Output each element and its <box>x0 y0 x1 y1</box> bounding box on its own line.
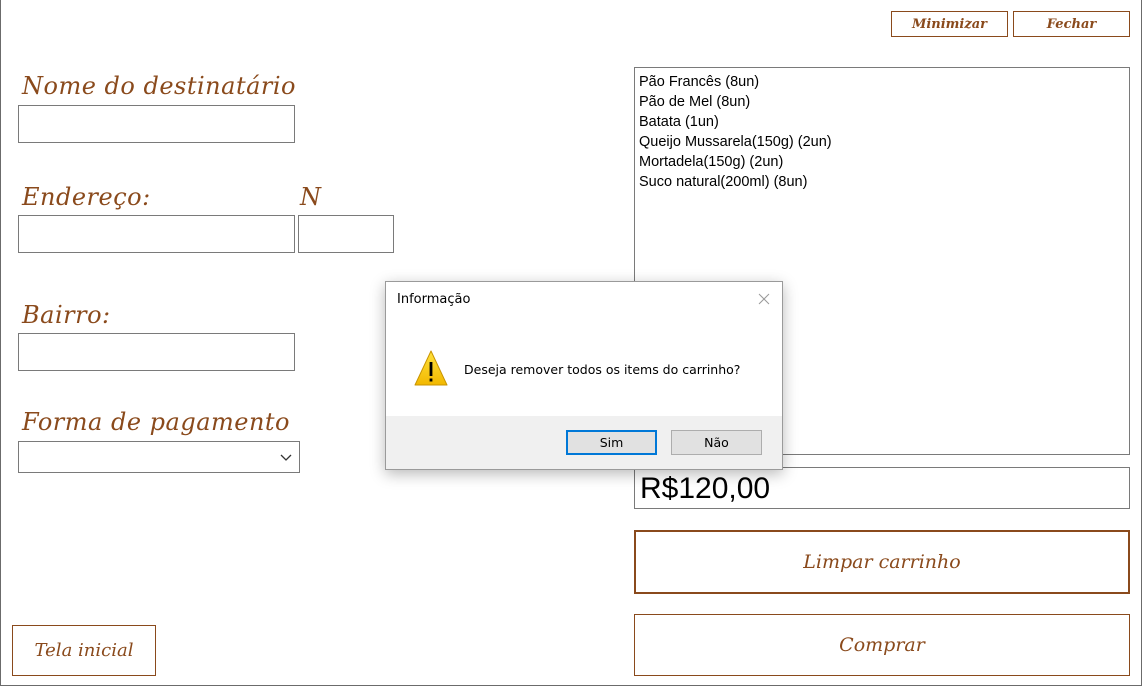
list-item[interactable]: Mortadela(150g) (2un) <box>639 152 1125 172</box>
list-item[interactable]: Batata (1un) <box>639 112 1125 132</box>
dialog-message: Deseja remover todos os items do carrinh… <box>464 362 741 377</box>
address-input[interactable] <box>18 215 295 253</box>
neighborhood-input[interactable] <box>18 333 295 371</box>
close-icon[interactable] <box>756 291 772 307</box>
confirm-dialog: Informação Deseja remover todos os items… <box>385 281 783 470</box>
no-label: Não <box>704 435 729 450</box>
dialog-title: Informação <box>397 292 471 307</box>
yes-button[interactable]: Sim <box>566 430 657 455</box>
payment-label: Forma de pagamento <box>22 408 291 436</box>
minimize-label: Minimizar <box>911 16 988 32</box>
close-window-label: Fechar <box>1046 16 1097 32</box>
buy-label: Comprar <box>839 634 925 656</box>
payment-select[interactable] <box>18 441 300 473</box>
no-button[interactable]: Não <box>671 430 762 455</box>
home-button[interactable]: Tela inicial <box>12 625 156 676</box>
minimize-button[interactable]: Minimizar <box>891 11 1008 37</box>
neighborhood-label: Bairro: <box>22 301 111 329</box>
address-label: Endereço: <box>22 183 151 211</box>
chevron-down-icon <box>280 454 292 461</box>
cart-total: R$120,00 <box>634 467 1130 509</box>
list-item[interactable]: Pão Francês (8un) <box>639 72 1125 92</box>
dialog-footer: Sim Não <box>386 416 782 469</box>
list-item[interactable]: Pão de Mel (8un) <box>639 92 1125 112</box>
home-button-label: Tela inicial <box>34 640 134 661</box>
list-item[interactable]: Queijo Mussarela(150g) (2un) <box>639 132 1125 152</box>
number-label: N <box>300 183 322 211</box>
list-item[interactable]: Suco natural(200ml) (8un) <box>639 172 1125 192</box>
warning-icon <box>414 350 448 386</box>
recipient-label: Nome do destinatário <box>22 72 296 100</box>
buy-button[interactable]: Comprar <box>634 614 1130 676</box>
number-input[interactable] <box>298 215 394 253</box>
clear-cart-button[interactable]: Limpar carrinho <box>634 530 1130 594</box>
clear-cart-label: Limpar carrinho <box>803 551 961 573</box>
recipient-input[interactable] <box>18 105 295 143</box>
close-window-button[interactable]: Fechar <box>1013 11 1130 37</box>
yes-label: Sim <box>599 435 624 450</box>
